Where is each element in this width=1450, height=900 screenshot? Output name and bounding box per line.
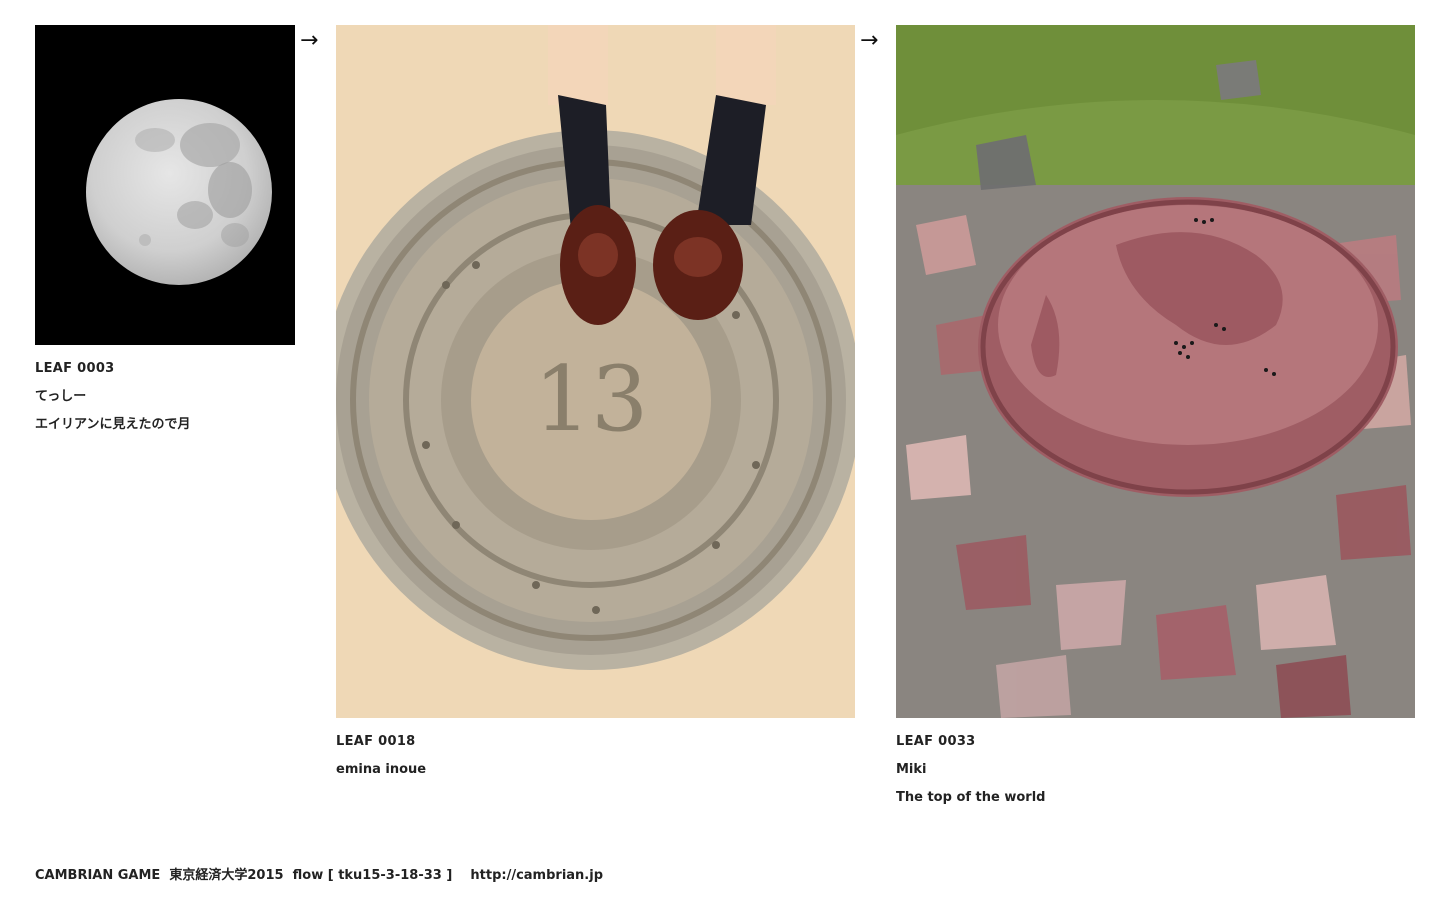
footer-site-link[interactable]: http://cambrian.jp [470, 868, 603, 883]
leaf-id: LEAF 0003 [35, 361, 115, 376]
leaf-card-0018: 13 LEAF 0018 emina inoue [336, 25, 855, 784]
page: LEAF 0003 てっしー エイリアンに見えたので月 → 13 LEAF 00… [0, 0, 1450, 900]
footer-flow-id: flow [ tku15-3-18-33 ] [292, 868, 453, 883]
leaf-caption: LEAF 0033 Miki The top of the world [896, 728, 1415, 812]
leaf-photo-full-moon[interactable] [35, 25, 295, 345]
footer-course: 東京経済大学2015 [169, 868, 284, 883]
leaf-comment: The top of the world [896, 790, 1046, 805]
footer: CAMBRIAN GAME 東京経済大学2015 flow [ tku15-3-… [35, 864, 603, 883]
stone-world-map-image [896, 25, 1415, 718]
leaf-comment: エイリアンに見えたので月 [35, 417, 191, 432]
svg-text:13: 13 [534, 347, 649, 452]
flow-arrow-icon: → [300, 28, 319, 53]
leaf-photo-stone-map[interactable] [896, 25, 1415, 718]
leaf-caption: LEAF 0018 emina inoue [336, 728, 855, 784]
leaf-author: emina inoue [336, 762, 427, 777]
manhole-with-loafers-image: 13 [336, 25, 855, 718]
leaf-id: LEAF 0018 [336, 734, 416, 749]
leaf-caption: LEAF 0003 てっしー エイリアンに見えたので月 [35, 355, 295, 439]
full-moon-image [35, 25, 295, 345]
leaf-photo-manhole[interactable]: 13 [336, 25, 855, 718]
footer-title: CAMBRIAN GAME [35, 868, 161, 883]
leaf-card-0003: LEAF 0003 てっしー エイリアンに見えたので月 [35, 25, 295, 439]
leaf-author: てっしー [35, 389, 87, 404]
leaf-id: LEAF 0033 [896, 734, 976, 749]
flow-arrow-icon: → [860, 28, 879, 53]
leaf-author: Miki [896, 762, 927, 777]
leaf-card-0033: LEAF 0033 Miki The top of the world [896, 25, 1415, 812]
